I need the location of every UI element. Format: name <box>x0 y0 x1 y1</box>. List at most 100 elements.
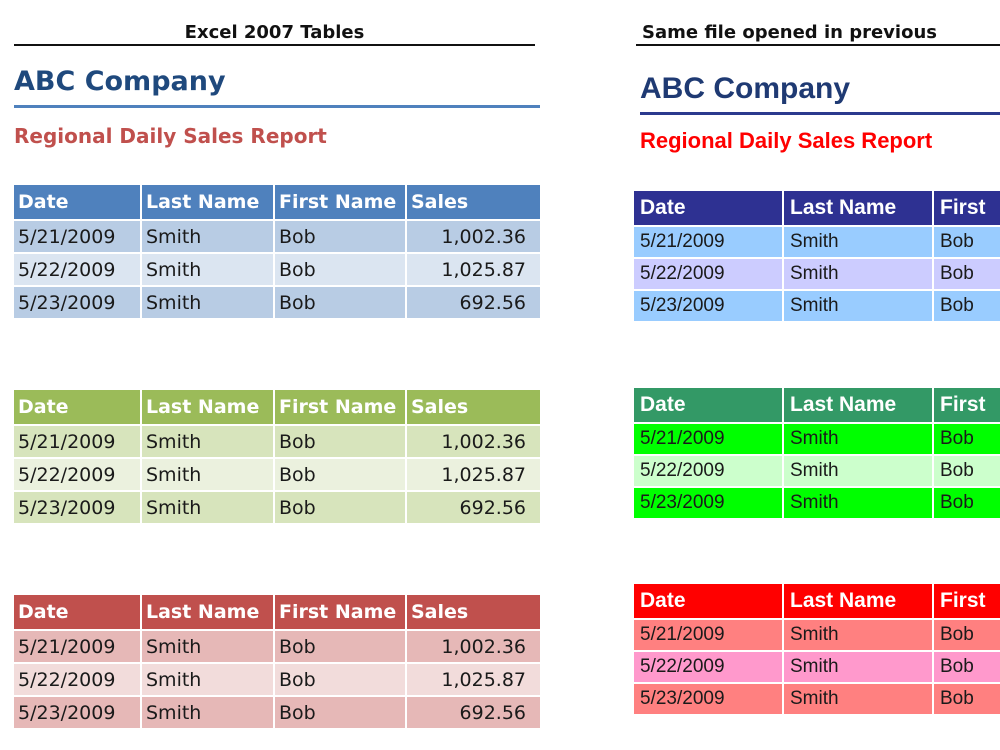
column-header-date[interactable]: Date <box>14 390 142 424</box>
column-header-last-name[interactable]: Last Name <box>142 390 275 424</box>
cell-first-name[interactable]: Bob <box>934 486 1000 518</box>
cell-first-name[interactable]: Bob <box>275 219 407 252</box>
table-header-row: Date Last Name First <box>634 584 1000 618</box>
table-row: 5/22/2009 Smith Bob 1,025.87 <box>14 662 540 695</box>
column-header-date[interactable]: Date <box>634 584 784 618</box>
cell-first-name[interactable]: Bob <box>275 424 407 457</box>
column-header-date[interactable]: Date <box>634 388 784 422</box>
cell-last-name[interactable]: Smith <box>142 457 275 490</box>
cell-date[interactable]: 5/22/2009 <box>634 257 784 289</box>
table-row: 5/23/2009 Smith Bob 692.56 <box>14 490 540 523</box>
column-header-first-name[interactable]: First <box>934 191 1000 225</box>
cell-first-name[interactable]: Bob <box>934 225 1000 257</box>
cell-date[interactable]: 5/22/2009 <box>634 650 784 682</box>
cell-last-name[interactable]: Smith <box>784 225 934 257</box>
cell-last-name[interactable]: Smith <box>142 252 275 285</box>
cell-first-name[interactable]: Bob <box>934 454 1000 486</box>
column-header-first-name[interactable]: First Name <box>275 390 407 424</box>
cell-date[interactable]: 5/22/2009 <box>14 252 142 285</box>
column-header-last-name[interactable]: Last Name <box>142 185 275 219</box>
column-header-first-name[interactable]: First Name <box>275 595 407 629</box>
cell-last-name[interactable]: Smith <box>784 289 934 321</box>
sales-table-green: Date Last Name First Name Sales 5/21/200… <box>14 390 540 523</box>
cell-last-name[interactable]: Smith <box>142 285 275 318</box>
column-header-first-name[interactable]: First <box>934 584 1000 618</box>
cell-last-name[interactable]: Smith <box>142 490 275 523</box>
cell-date[interactable]: 5/21/2009 <box>14 424 142 457</box>
cell-date[interactable]: 5/21/2009 <box>634 618 784 650</box>
cell-first-name[interactable]: Bob <box>275 457 407 490</box>
sales-table-blue: Date Last Name First 5/21/2009 Smith Bob… <box>634 191 1000 321</box>
cell-date[interactable]: 5/22/2009 <box>14 457 142 490</box>
cell-date[interactable]: 5/23/2009 <box>14 695 142 728</box>
cell-first-name[interactable]: Bob <box>275 490 407 523</box>
cell-date[interactable]: 5/22/2009 <box>14 662 142 695</box>
table-row: 5/23/2009 Smith Bob <box>634 682 1000 714</box>
cell-last-name[interactable]: Smith <box>142 629 275 662</box>
cell-sales[interactable]: 1,002.36 <box>407 424 540 457</box>
report-subtitle: Regional Daily Sales Report <box>640 128 933 153</box>
cell-date[interactable]: 5/23/2009 <box>634 682 784 714</box>
cell-first-name[interactable]: Bob <box>934 650 1000 682</box>
cell-last-name[interactable]: Smith <box>784 682 934 714</box>
cell-last-name[interactable]: Smith <box>142 219 275 252</box>
cell-last-name[interactable]: Smith <box>784 486 934 518</box>
cell-date[interactable]: 5/23/2009 <box>634 486 784 518</box>
cell-date[interactable]: 5/23/2009 <box>14 285 142 318</box>
cell-sales[interactable]: 692.56 <box>407 285 540 318</box>
cell-last-name[interactable]: Smith <box>142 695 275 728</box>
column-header-date[interactable]: Date <box>634 191 784 225</box>
cell-date[interactable]: 5/21/2009 <box>634 225 784 257</box>
cell-date[interactable]: 5/21/2009 <box>634 422 784 454</box>
sales-table-red: Date Last Name First 5/21/2009 Smith Bob… <box>634 584 1000 714</box>
column-header-last-name[interactable]: Last Name <box>784 584 934 618</box>
column-header-last-name[interactable]: Last Name <box>784 388 934 422</box>
cell-sales[interactable]: 1,002.36 <box>407 219 540 252</box>
cell-last-name[interactable]: Smith <box>784 422 934 454</box>
cell-date[interactable]: 5/21/2009 <box>14 629 142 662</box>
table-header-row: Date Last Name First <box>634 191 1000 225</box>
column-header-first-name[interactable]: First Name <box>275 185 407 219</box>
cell-date[interactable]: 5/21/2009 <box>14 219 142 252</box>
cell-first-name[interactable]: Bob <box>934 422 1000 454</box>
table-header-row: Date Last Name First Name Sales <box>14 390 540 424</box>
cell-first-name[interactable]: Bob <box>934 289 1000 321</box>
cell-first-name[interactable]: Bob <box>934 682 1000 714</box>
cell-last-name[interactable]: Smith <box>784 454 934 486</box>
cell-sales[interactable]: 1,025.87 <box>407 662 540 695</box>
cell-date[interactable]: 5/23/2009 <box>634 289 784 321</box>
column-header-sales[interactable]: Sales <box>407 390 540 424</box>
cell-sales[interactable]: 1,025.87 <box>407 252 540 285</box>
cell-first-name[interactable]: Bob <box>275 695 407 728</box>
cell-last-name[interactable]: Smith <box>784 618 934 650</box>
company-name: ABC Company <box>640 72 851 105</box>
cell-date[interactable]: 5/22/2009 <box>634 454 784 486</box>
column-header-date[interactable]: Date <box>14 185 142 219</box>
column-header-date[interactable]: Date <box>14 595 142 629</box>
cell-sales[interactable]: 1,002.36 <box>407 629 540 662</box>
cell-sales[interactable]: 1,025.87 <box>407 457 540 490</box>
cell-first-name[interactable]: Bob <box>275 252 407 285</box>
table-row: 5/23/2009 Smith Bob 692.56 <box>14 285 540 318</box>
column-header-last-name[interactable]: Last Name <box>784 191 934 225</box>
cell-first-name[interactable]: Bob <box>275 629 407 662</box>
cell-first-name[interactable]: Bob <box>934 618 1000 650</box>
cell-date[interactable]: 5/23/2009 <box>14 490 142 523</box>
column-header-sales[interactable]: Sales <box>407 185 540 219</box>
report-subtitle: Regional Daily Sales Report <box>14 124 327 148</box>
cell-sales[interactable]: 692.56 <box>407 695 540 728</box>
cell-last-name[interactable]: Smith <box>784 257 934 289</box>
column-header-sales[interactable]: Sales <box>407 595 540 629</box>
cell-last-name[interactable]: Smith <box>142 424 275 457</box>
cell-last-name[interactable]: Smith <box>142 662 275 695</box>
column-header-last-name[interactable]: Last Name <box>142 595 275 629</box>
cell-first-name[interactable]: Bob <box>275 285 407 318</box>
cell-sales[interactable]: 692.56 <box>407 490 540 523</box>
table-row: 5/21/2009 Smith Bob 1,002.36 <box>14 424 540 457</box>
cell-last-name[interactable]: Smith <box>784 650 934 682</box>
cell-first-name[interactable]: Bob <box>275 662 407 695</box>
column-header-first-name[interactable]: First <box>934 388 1000 422</box>
cell-first-name[interactable]: Bob <box>934 257 1000 289</box>
section-heading-excel-2007: Excel 2007 Tables <box>14 22 535 46</box>
table-row: 5/23/2009 Smith Bob <box>634 289 1000 321</box>
